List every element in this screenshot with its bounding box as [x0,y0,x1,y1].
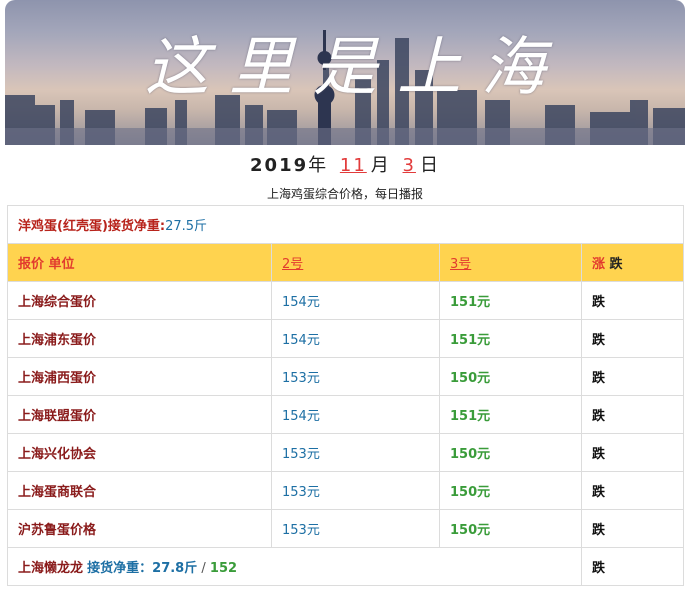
header-day3: 3号 [439,243,582,282]
row-name: 上海兴化协会 [7,433,272,472]
table-row: 上海浦西蛋价 153元 150元 跌 [7,357,685,396]
date-day: 3 [402,155,416,176]
header-change-down: 跌 [609,257,623,272]
header-name: 报价 单位 [7,243,272,282]
row-day2-price: 154元 [271,319,440,358]
date-month-unit: 月 [370,155,391,176]
row-day2-price: 154元 [271,281,440,320]
row-day2-price: 153元 [271,471,440,510]
row-change: 跌 [580,319,685,358]
footer-slash: / [201,561,206,576]
row-change: 跌 [580,281,685,320]
header-day2-label: 2号 [282,257,304,272]
header-change-up: 涨 [592,257,606,272]
row-day3-price: 150元 [439,509,582,548]
header-change: 涨 跌 [580,243,685,282]
table-title: 洋鸡蛋(红壳蛋)接货净重:27.5斤 [6,205,685,244]
table-footer-row: 上海懒龙龙 接货净重：27.8斤 / 152 跌 [7,547,685,586]
table-title-text: 洋鸡蛋(红壳蛋)接货净重: [18,219,166,234]
date-day-unit: 日 [419,155,440,176]
row-day2-price: 153元 [271,433,440,472]
table-header-row: 报价 单位 2号 3号 涨 跌 [7,243,685,282]
row-day3-price: 150元 [439,471,582,510]
banner-title: 这里是上海 [145,31,565,105]
table-row: 上海兴化协会 153元 150元 跌 [7,433,685,472]
table-row: 上海蛋商联合 153元 150元 跌 [7,471,685,510]
date-year: 2019 [250,155,309,176]
footer-cell: 上海懒龙龙 接货净重：27.8斤 / 152 [7,547,582,586]
row-change: 跌 [580,509,685,548]
row-change: 跌 [580,357,685,396]
subtitle: 上海鸡蛋综合价格，每日播报 [266,187,423,201]
row-name: 沪苏鲁蛋价格 [7,509,272,548]
row-change: 跌 [580,471,685,510]
row-day3-price: 150元 [439,357,582,396]
header-day2: 2号 [271,243,440,282]
header-day3-label: 3号 [450,257,472,272]
row-name: 上海综合蛋价 [7,281,272,320]
table-row: 沪苏鲁蛋价格 153元 150元 跌 [7,509,685,548]
row-day2-price: 153元 [271,357,440,396]
footer-label: 接货净重：27.8斤 [87,561,198,576]
price-table: 洋鸡蛋(红壳蛋)接货净重:27.5斤 报价 单位 2号 3号 涨 跌 上海综合蛋… [6,205,685,586]
row-day3-price: 151元 [439,395,582,434]
row-day2-price: 154元 [271,395,440,434]
footer-value: 152 [209,561,238,576]
table-row: 上海浦东蛋价 154元 151元 跌 [7,319,685,358]
footer-change: 跌 [580,547,685,586]
footer-name: 上海懒龙龙 [18,561,84,576]
row-name: 上海浦东蛋价 [7,319,272,358]
row-day3-price: 151元 [439,319,582,358]
skyline-banner: 这里是上海 [5,0,685,145]
row-day3-price: 151元 [439,281,582,320]
row-name: 上海浦西蛋价 [7,357,272,396]
row-change: 跌 [580,433,685,472]
table-row: 上海联盟蛋价 154元 151元 跌 [7,395,685,434]
date-month: 11 [339,155,367,176]
date-line: 2019年 11 月 3日 [0,154,690,178]
row-day2-price: 153元 [271,509,440,548]
row-day3-price: 150元 [439,433,582,472]
date-year-unit: 年 [308,155,329,176]
row-name: 上海蛋商联合 [7,471,272,510]
table-title-row: 洋鸡蛋(红壳蛋)接货净重:27.5斤 [6,205,685,244]
row-name: 上海联盟蛋价 [7,395,272,434]
table-row: 上海综合蛋价 154元 151元 跌 [7,281,685,320]
row-change: 跌 [580,395,685,434]
table-title-weight: 27.5斤 [165,219,208,234]
